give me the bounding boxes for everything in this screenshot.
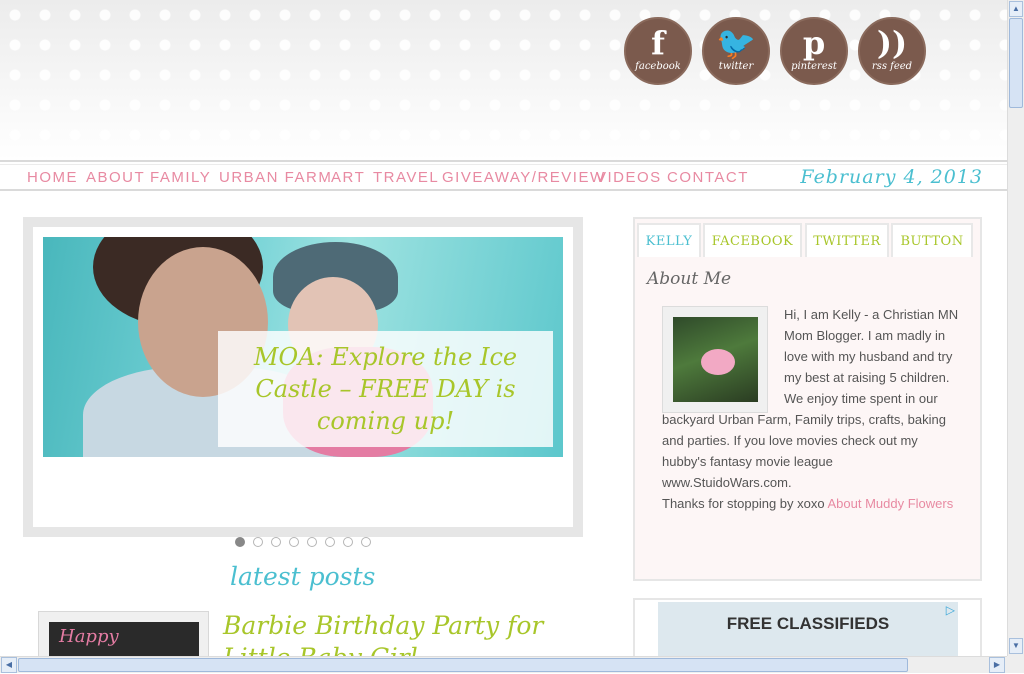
slider-inner: MOA: Explore the Ice Castle – FREE DAY i… — [33, 227, 573, 527]
slide-caption[interactable]: MOA: Explore the Ice Castle – FREE DAY i… — [218, 331, 553, 447]
rss-label: rss feed — [871, 61, 913, 72]
about-me-text: Hi, I am Kelly - a Christian MN Mom Blog… — [662, 304, 962, 514]
slider-dot[interactable] — [325, 537, 335, 547]
nav-about[interactable]: ABOUT — [86, 169, 145, 186]
nav-home[interactable]: HOME — [27, 169, 78, 186]
pinterest-label: pinterest — [791, 61, 837, 72]
about-me-title: About Me — [647, 269, 732, 289]
nav-art[interactable]: ART — [331, 169, 365, 186]
scroll-down-icon[interactable]: ▼ — [1009, 638, 1023, 654]
slider-dot[interactable] — [361, 537, 371, 547]
tab-button[interactable]: BUTTON — [891, 223, 973, 257]
slider-dot[interactable] — [271, 537, 281, 547]
current-date: February 4, 2013 — [800, 166, 983, 188]
nav-urban-farm[interactable]: URBAN FARM — [219, 169, 332, 186]
nav-family[interactable]: FAMILY — [150, 169, 211, 186]
horizontal-scroll-thumb[interactable] — [18, 658, 908, 672]
nav-giveaway-review[interactable]: GIVEAWAY/REVIEW — [442, 169, 606, 186]
nav-travel[interactable]: TRAVEL — [373, 169, 439, 186]
rss-icon: )) — [876, 24, 908, 62]
facebook-icon: f — [651, 24, 665, 62]
sidebar-tab-widget: KELLY FACEBOOK TWITTER BUTTON About Me H… — [633, 217, 982, 581]
facebook-button[interactable]: f facebook — [624, 17, 692, 85]
slider-dot[interactable] — [343, 537, 353, 547]
thanks-text: Thanks for stopping by xoxo — [662, 496, 828, 511]
nav-contact[interactable]: CONTACT — [667, 169, 749, 186]
adchoices-icon[interactable]: ▷ — [946, 603, 955, 617]
pinterest-icon: p — [802, 24, 826, 62]
featured-slider: MOA: Explore the Ice Castle – FREE DAY i… — [23, 217, 583, 537]
twitter-icon: 🐦 — [716, 24, 756, 62]
rss-button[interactable]: )) rss feed — [858, 17, 926, 85]
vertical-scrollbar[interactable]: ▲ ▼ — [1007, 0, 1024, 656]
site-header: f facebook 🐦 twitter p pinterest )) rss … — [0, 0, 1007, 160]
tab-facebook[interactable]: FACEBOOK — [703, 223, 802, 257]
main-nav: HOME ABOUT FAMILY URBAN FARM ART TRAVEL … — [0, 160, 1007, 191]
ad-title: FREE CLASSIFIEDS — [726, 614, 890, 633]
twitter-label: twitter — [718, 61, 754, 72]
pinterest-button[interactable]: p pinterest — [780, 17, 848, 85]
scrollbar-corner — [1007, 656, 1024, 673]
facebook-label: facebook — [635, 61, 681, 72]
vertical-scroll-thumb[interactable] — [1009, 18, 1023, 108]
scroll-left-icon[interactable]: ◀ — [1, 657, 17, 673]
about-muddy-flowers-link[interactable]: About Muddy Flowers — [827, 496, 953, 511]
tab-kelly[interactable]: KELLY — [637, 223, 701, 257]
photo-spacer — [662, 304, 784, 409]
slider-dot[interactable] — [235, 537, 245, 547]
scroll-up-icon[interactable]: ▲ — [1009, 1, 1023, 17]
slider-dot[interactable] — [307, 537, 317, 547]
scroll-right-icon[interactable]: ▶ — [989, 657, 1005, 673]
nav-videos[interactable]: VIDEOS — [596, 169, 662, 186]
slide-image[interactable]: MOA: Explore the Ice Castle – FREE DAY i… — [43, 237, 563, 457]
slider-dot[interactable] — [253, 537, 263, 547]
latest-posts-heading: latest posts — [230, 562, 376, 591]
twitter-button[interactable]: 🐦 twitter — [702, 17, 770, 85]
tab-twitter[interactable]: TWITTER — [805, 223, 889, 257]
post-thumbnail[interactable]: Happy — [38, 611, 209, 662]
slider-dot[interactable] — [289, 537, 299, 547]
horizontal-scrollbar[interactable]: ◀ ▶ — [0, 656, 1007, 673]
